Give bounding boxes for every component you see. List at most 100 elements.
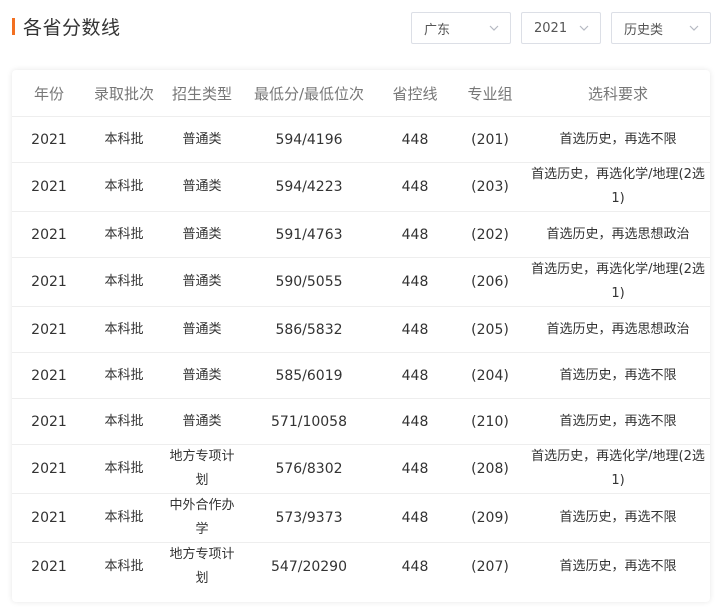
chevron-down-icon [489,25,499,31]
cell-batch: 本科批 [86,211,162,258]
cell-year: 2021 [12,116,86,163]
cell-control-line: 448 [376,493,454,543]
table-row: 2021 本科批 普通类 594/4196 448 (201) 首选历史，再选不… [12,116,710,163]
cell-major-group: (205) [454,306,526,353]
score-table: 年份 录取批次 招生类型 最低分/最低位次 省控线 专业组 选科要求 2021 … [12,70,710,591]
cell-min-score-rank: 590/5055 [242,257,376,307]
table-header-row: 年份 录取批次 招生类型 最低分/最低位次 省控线 专业组 选科要求 [12,70,710,117]
cell-batch: 本科批 [104,559,144,574]
cell-subject-requirement: 首选历史，再选思想政治 [526,211,710,258]
cell-batch: 本科批 [86,444,162,494]
cell-year: 2021 [12,398,86,445]
cell-subject-requirement: 首选历史，再选化学/地理(2选1) [526,257,710,307]
cell-major-group: (202) [454,211,526,258]
cell-batch: 本科批 [86,352,162,399]
table-row: 2021 本科批 普通类 586/5832 448 (205) 首选历史，再选思… [12,306,710,353]
cell-batch: 本科批 [86,493,162,543]
year-select[interactable]: 2021 [521,12,601,44]
page: 各省分数线 广东 2021 历史类 年份 录取批次 招生类型 最低分/最低位次 … [0,0,724,616]
column-header-type: 招生类型 [162,70,242,117]
column-header-min-score-rank: 最低分/最低位次 [242,70,376,117]
cell-min-score-rank: 591/4763 [242,211,376,258]
cell-control-line: 448 [401,559,429,575]
cell-control-line: 448 [376,116,454,163]
cell-year: 2021 [31,559,67,575]
cell-control-line: 448 [376,211,454,258]
cell-type: 普通类 [162,116,242,163]
subject-select[interactable]: 历史类 [611,12,711,44]
cell-major-group: (207) [471,559,509,575]
cell-control-line: 448 [376,352,454,399]
province-select[interactable]: 广东 [411,12,511,44]
cell-year: 2021 [12,306,86,353]
section-header: 各省分数线 [12,12,121,40]
cell-major-group: (209) [454,493,526,543]
cell-min-score-rank: 576/8302 [242,444,376,494]
cell-type: 普通类 [162,211,242,258]
cell-control-line: 448 [376,257,454,307]
year-select-value: 2021 [534,20,568,36]
chevron-down-icon [579,25,589,31]
cell-type: 普通类 [162,257,242,307]
cell-subject-requirement: 首选历史，再选不限 [526,398,710,445]
cell-batch: 本科批 [86,162,162,212]
cell-batch: 本科批 [86,306,162,353]
cell-subject-requirement: 首选历史，再选不限 [559,559,677,574]
cell-major-group: (201) [454,116,526,163]
cell-major-group: (208) [454,444,526,494]
cell-min-score-rank: 594/4196 [242,116,376,163]
cell-min-score-rank: 573/9373 [242,493,376,543]
cell-type: 普通类 [162,398,242,445]
column-header-control-line: 省控线 [376,70,454,117]
chevron-down-icon [689,25,699,31]
cell-min-score-rank: 547/20290 [271,559,347,575]
cell-batch: 本科批 [86,116,162,163]
column-header-year: 年份 [12,70,86,117]
cell-year: 2021 [12,352,86,399]
cell-min-score-rank: 571/10058 [242,398,376,445]
cell-control-line: 448 [376,444,454,494]
cell-batch: 本科批 [86,398,162,445]
cell-major-group: (206) [454,257,526,307]
cell-major-group: (203) [454,162,526,212]
cell-min-score-rank: 585/6019 [242,352,376,399]
cell-min-score-rank: 586/5832 [242,306,376,353]
cell-type: 普通类 [162,306,242,353]
cell-year: 2021 [12,162,86,212]
cell-type: 普通类 [162,162,242,212]
cell-subject-requirement: 首选历史，再选不限 [526,493,710,543]
subject-select-value: 历史类 [624,22,664,38]
cell-year: 2021 [12,257,86,307]
cell-subject-requirement: 首选历史，再选思想政治 [526,306,710,353]
table-row: 2021 本科批 普通类 594/4223 448 (203) 首选历史，再选化… [12,162,710,212]
cell-subject-requirement: 首选历史，再选不限 [526,352,710,399]
table-row: 2021 本科批 普通类 585/6019 448 (204) 首选历史，再选不… [12,352,710,399]
cell-subject-requirement: 首选历史，再选化学/地理(2选1) [526,162,710,212]
column-header-subject-requirement: 选科要求 [526,70,710,117]
cell-year: 2021 [12,211,86,258]
cell-major-group: (210) [454,398,526,445]
cell-type: 地方专项计划 [169,547,235,586]
table-row: 2021 本科批 普通类 591/4763 448 (202) 首选历史，再选思… [12,211,710,258]
cell-control-line: 448 [376,162,454,212]
table-row: 2021 本科批 地方专项计划 576/8302 448 (208) 首选历史，… [12,444,710,494]
score-table-card: 年份 录取批次 招生类型 最低分/最低位次 省控线 专业组 选科要求 2021 … [12,70,710,602]
province-select-value: 广东 [424,22,451,38]
cell-year: 2021 [12,493,86,543]
cell-type: 中外合作办学 [162,493,242,543]
column-header-major-group: 专业组 [454,70,526,117]
cell-subject-requirement: 首选历史，再选化学/地理(2选1) [526,444,710,494]
page-title: 各省分数线 [23,16,121,39]
cell-major-group: (204) [454,352,526,399]
table-row: 2021 本科批 中外合作办学 573/9373 448 (209) 首选历史，… [12,493,710,543]
table-row: 2021 本科批 地方专项计划 547/20290 448 (207) 首选历史… [12,543,710,592]
table-row: 2021 本科批 普通类 590/5055 448 (206) 首选历史，再选化… [12,257,710,307]
cell-subject-requirement: 首选历史，再选不限 [526,116,710,163]
title-accent-bar [12,17,15,35]
cell-control-line: 448 [376,398,454,445]
column-header-batch: 录取批次 [86,70,162,117]
cell-control-line: 448 [376,306,454,353]
cell-year: 2021 [12,444,86,494]
cell-batch: 本科批 [86,257,162,307]
table-row: 2021 本科批 普通类 571/10058 448 (210) 首选历史，再选… [12,398,710,445]
